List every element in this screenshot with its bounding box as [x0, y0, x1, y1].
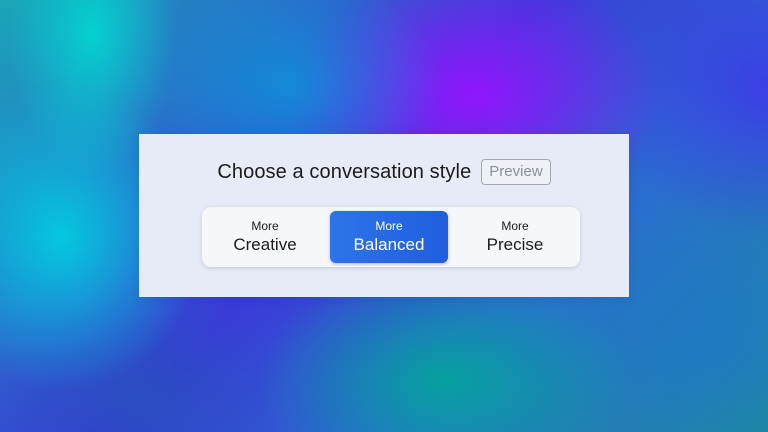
option-prefix: More [251, 219, 279, 233]
option-prefix: More [501, 219, 529, 233]
option-label: Precise [486, 235, 544, 254]
panel-title: Choose a conversation style [217, 160, 472, 183]
option-label: Balanced [353, 235, 425, 254]
title-row: Choose a conversation style Preview [139, 159, 629, 185]
conversation-style-toggle: More Creative More Balanced More Precise [202, 207, 580, 267]
option-label: Creative [233, 235, 297, 254]
style-option-creative[interactable]: More Creative [206, 211, 324, 263]
option-prefix: More [375, 219, 403, 233]
style-option-balanced[interactable]: More Balanced [330, 211, 448, 263]
conversation-style-panel: Choose a conversation style Preview More… [139, 134, 629, 297]
preview-badge: Preview [481, 159, 551, 185]
style-option-precise[interactable]: More Precise [456, 211, 574, 263]
